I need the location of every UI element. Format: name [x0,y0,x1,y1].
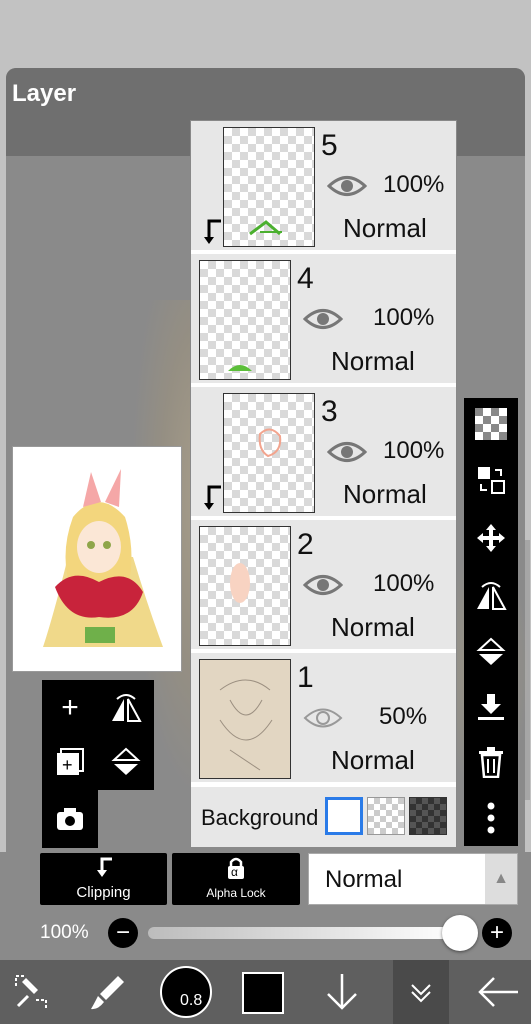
layer-row-4[interactable]: 4 100% Normal [191,254,456,385]
layer-thumbnail[interactable] [199,260,291,380]
transparency-icon[interactable] [471,404,511,444]
triangle-up-icon[interactable]: ▲ [485,854,517,904]
right-tool-strip [464,398,518,846]
background-row: Background [191,787,456,847]
layer-number: 1 [297,661,314,694]
layer-opacity: 100% [383,171,445,198]
opacity-slider[interactable] [148,927,458,939]
opacity-slider-handle[interactable] [442,915,478,951]
move-icon[interactable] [471,518,511,558]
color-swatch[interactable] [242,972,284,1014]
blend-mode-select[interactable]: Normal ▲ [308,853,518,905]
plus-icon[interactable]: + [482,918,512,948]
opacity-label: 100% [40,922,89,943]
layer-number: 3 [321,395,338,428]
layer-blend-mode[interactable]: Normal [331,346,415,377]
duplicate-layer-icon[interactable]: + [50,742,90,782]
alpha-symbol: α [231,865,238,879]
layer-thumbnail[interactable] [199,526,291,646]
layer-row-1[interactable]: 1 50% Normal [191,653,456,784]
layer-row-5[interactable]: 5 100% Normal [191,121,456,252]
svg-text:+: + [62,755,73,775]
selection-transform-icon[interactable] [8,968,56,1016]
swap-layer-icon[interactable] [471,460,511,500]
alpha-lock-label: Alpha Lock [206,886,266,900]
background-transparent-swatch[interactable] [367,797,405,835]
layer-number: 2 [297,528,314,561]
background-dark-swatch[interactable] [409,797,447,835]
camera-tool-group [42,790,98,848]
alpha-lock-button[interactable]: α Alpha Lock [172,853,300,905]
canvas-preview[interactable] [12,446,182,672]
panel-title: Layer [12,80,77,107]
flip-horizontal-icon[interactable] [106,688,146,728]
eye-icon[interactable] [302,572,344,598]
background-white-swatch[interactable] [325,797,363,835]
preview-illustration [43,469,163,647]
eye-icon[interactable] [303,705,343,731]
layer-blend-mode[interactable]: Normal [343,479,427,510]
layer-row-3[interactable]: 3 100% Normal [191,387,456,518]
more-options-icon[interactable] [471,798,511,838]
brush-icon[interactable] [84,968,132,1016]
layers-list: 5 100% Normal 4 100% Normal 3 100% Norma… [190,120,457,847]
layer-thumbnail[interactable] [223,393,315,513]
add-layer-icon[interactable]: + [50,688,90,728]
layer-number: 5 [321,129,338,162]
layer-blend-mode[interactable]: Normal [331,612,415,643]
clipping-arrow-icon [97,857,112,877]
layer-row-2[interactable]: 2 100% Normal [191,520,456,651]
layer-tools-group: + + [42,680,154,790]
merge-down-icon[interactable] [471,688,511,728]
flip-vertical-icon[interactable] [471,632,511,672]
clip-arrow-icon [203,485,225,511]
layer-opacity: 100% [383,437,445,464]
eye-icon[interactable] [326,439,368,465]
brush-size-indicator[interactable]: 0.8 [160,966,212,1018]
layer-thumbnail[interactable] [199,659,291,779]
layer-opacity: 100% [373,570,435,597]
eye-icon[interactable] [302,306,344,332]
clip-arrow-icon [203,219,225,245]
eye-icon[interactable] [326,173,368,199]
blend-mode-value: Normal [325,866,403,893]
layer-blend-mode[interactable]: Normal [343,213,427,244]
clipping-label: Clipping [76,884,131,901]
background-label: Background [201,805,319,830]
brush-size-value: 0.8 [180,992,203,1009]
layer-number: 4 [297,262,314,295]
layer-opacity: 50% [379,703,428,730]
flip-horizontal-icon[interactable] [471,576,511,616]
double-chevron-down-icon[interactable] [397,968,445,1016]
back-arrow-icon[interactable] [474,968,522,1016]
arrow-down-icon[interactable] [318,968,366,1016]
minus-icon[interactable]: − [108,918,138,948]
layer-blend-mode[interactable]: Normal [331,745,415,776]
layer-opacity: 100% [373,304,435,331]
layer-thumbnail[interactable] [223,127,315,247]
flip-vertical-icon[interactable] [106,742,146,782]
camera-icon[interactable] [50,799,90,839]
opacity-control: 100% − + [0,910,531,956]
trash-icon[interactable] [471,742,511,782]
clipping-button[interactable]: Clipping [40,853,167,905]
